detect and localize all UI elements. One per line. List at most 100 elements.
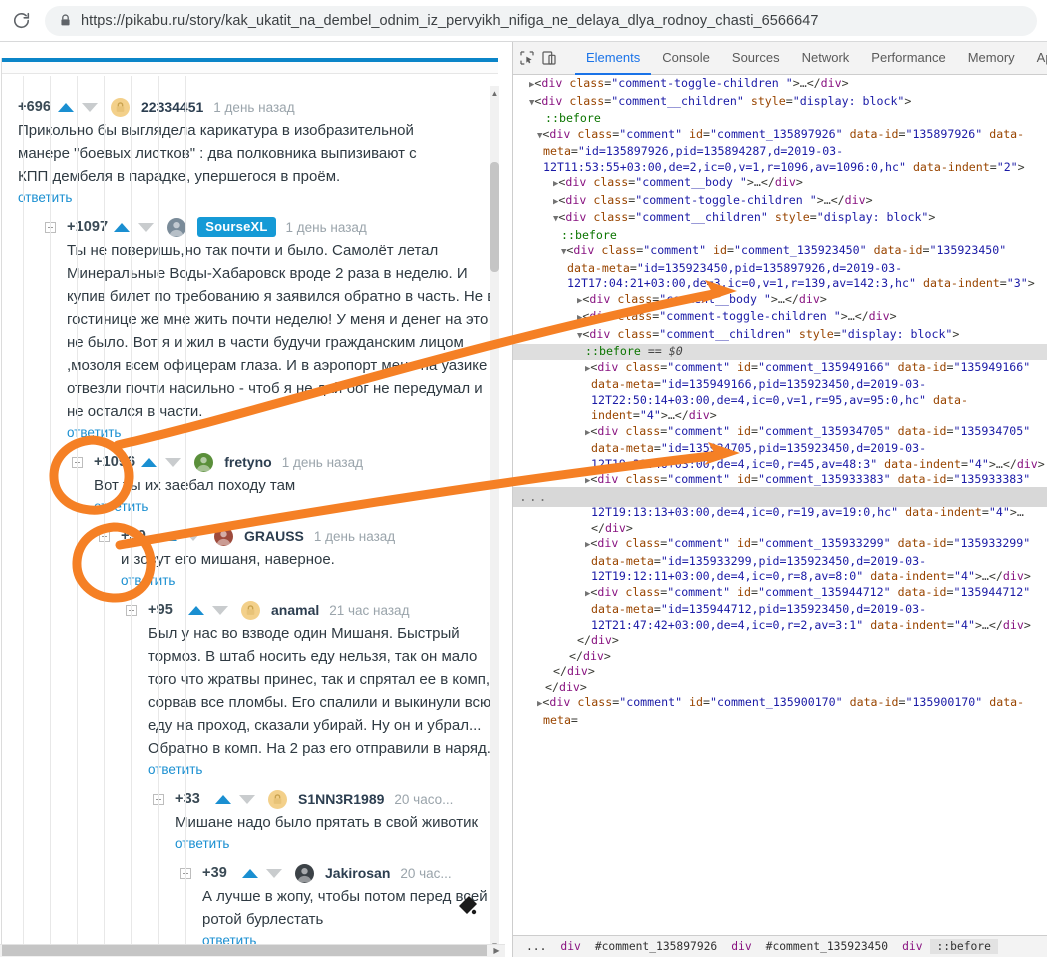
tab-label: Console — [662, 49, 710, 65]
devtools-drawer-resizer[interactable]: ... — [513, 487, 1047, 507]
locked-avatar-icon[interactable] — [111, 97, 130, 117]
comment-timestamp: 1 день назад — [313, 528, 396, 544]
tab-performance[interactable]: Performance — [860, 42, 956, 75]
comment-author[interactable]: anamal — [271, 602, 319, 618]
upvote-icon[interactable] — [141, 457, 158, 467]
dom-node[interactable]: ::before — [513, 228, 1047, 244]
downvote-icon[interactable] — [138, 222, 155, 232]
tab-appl[interactable]: Appl — [1026, 42, 1047, 75]
comment-score: +39 — [202, 865, 227, 881]
comment-body: Был у нас во взводе один Мишаня. Быстрый… — [148, 625, 492, 757]
avatar-photo — [169, 221, 184, 236]
breadcrumb-item[interactable]: ... — [519, 939, 553, 954]
upvote-icon[interactable] — [188, 605, 204, 615]
breadcrumb-item[interactable]: ::before — [929, 939, 998, 954]
comment-author[interactable]: Jakirosan — [325, 865, 390, 881]
dom-node[interactable]: ▶<div class="comment" id="comment_135944… — [513, 585, 1047, 634]
tab-memory[interactable]: Memory — [957, 42, 1026, 75]
dom-node[interactable]: </div> — [513, 633, 1047, 649]
downvote-icon[interactable] — [165, 457, 182, 467]
thread-guide-line — [23, 76, 24, 947]
tab-console[interactable]: Console — [651, 42, 721, 75]
tab-network[interactable]: Network — [791, 42, 861, 75]
comment-timestamp: 1 день назад — [281, 454, 363, 470]
downvote-icon[interactable] — [239, 794, 255, 804]
upvote-icon[interactable] — [215, 794, 231, 804]
device-toolbar-icon[interactable] — [541, 45, 557, 71]
upvote-icon[interactable] — [58, 102, 74, 112]
breadcrumb-item[interactable]: div — [895, 939, 929, 954]
avatar[interactable] — [194, 452, 214, 472]
tab-label: Network — [801, 49, 850, 65]
reply-link[interactable]: ответить — [18, 190, 72, 205]
page-horizontal-scrollbar-thumb[interactable] — [2, 945, 487, 956]
downvote-icon[interactable] — [266, 868, 282, 878]
dom-node[interactable]: ▶<div class="comment-toggle-children ">…… — [513, 309, 1047, 327]
breadcrumb-item[interactable]: #comment_135923450 — [759, 939, 895, 954]
reply-link[interactable]: ответить — [94, 499, 148, 514]
locked-avatar-icon[interactable] — [268, 789, 287, 809]
dom-node[interactable]: ▼<div class="comment" id="comment_135923… — [513, 243, 1047, 292]
breadcrumb-item[interactable]: div — [553, 939, 587, 954]
breadcrumb-item[interactable]: div — [724, 939, 758, 954]
dom-node[interactable]: </div> — [513, 664, 1047, 680]
dom-node[interactable]: </div> — [513, 680, 1047, 696]
address-bar[interactable]: https://pikabu.ru/story/kak_ukatit_na_de… — [45, 5, 1037, 36]
dom-node[interactable]: ▼<div class="comment__children" style="d… — [513, 327, 1047, 345]
comment-timestamp: 20 час... — [400, 865, 452, 881]
author-badge[interactable]: SourseXL — [197, 217, 276, 237]
comment-timestamp: 21 час назад — [329, 602, 410, 618]
dom-node[interactable]: ::before — [513, 111, 1047, 127]
browser-chrome: https://pikabu.ru/story/kak_ukatit_na_de… — [0, 0, 1047, 41]
scroll-up-icon[interactable]: ▲ — [489, 88, 500, 99]
dom-node[interactable]: </div> — [513, 649, 1047, 665]
comment-author[interactable]: 22334451 — [141, 99, 203, 115]
avatar[interactable] — [167, 217, 187, 237]
downvote-icon[interactable] — [82, 102, 98, 112]
dom-node[interactable]: ▶<div class="comment__body ">…</div> — [513, 175, 1047, 193]
upvote-icon[interactable] — [114, 222, 131, 232]
dom-node[interactable]: ▶<div class="comment__body ">…</div> — [513, 292, 1047, 310]
downvote-icon[interactable] — [185, 531, 201, 541]
upvote-icon[interactable] — [161, 531, 177, 541]
dom-node[interactable]: ▶<div class="comment" id="comment_135949… — [513, 360, 1047, 424]
breadcrumb-item[interactable]: #comment_135897926 — [588, 939, 724, 954]
dom-node[interactable]: ▶<div class="comment-toggle-children ">…… — [513, 193, 1047, 211]
reload-icon[interactable] — [4, 4, 38, 38]
comment: +39 GRAUSS 1 день назад и зовут его мишаня,… — [99, 525, 500, 590]
dom-node[interactable]: ▶<div class="comment" id="comment_135933… — [513, 536, 1047, 585]
page-horizontal-scrollbar-track[interactable]: ▶ — [0, 944, 505, 957]
tab-sources[interactable]: Sources — [721, 42, 791, 75]
inspect-element-icon[interactable] — [519, 45, 535, 71]
comment-author[interactable]: S1NN3R1989 — [298, 791, 384, 807]
comment-header: +39 Jakirosan 20 час... — [180, 862, 500, 884]
reply-link[interactable]: ответить — [121, 573, 175, 588]
thread-guide-line — [50, 76, 51, 947]
page-vertical-scrollbar-thumb[interactable] — [490, 162, 499, 272]
dom-node[interactable]: ▼<div class="comment__children" style="d… — [513, 210, 1047, 228]
tab-elements[interactable]: Elements — [575, 42, 652, 75]
comment-author[interactable]: fretyno — [224, 454, 271, 470]
comment-author[interactable]: GRAUSS — [244, 528, 304, 544]
avatar[interactable] — [214, 526, 233, 546]
dom-node[interactable]: ▶<div class="comment" id="comment_135934… — [513, 424, 1047, 473]
avatar[interactable] — [295, 863, 314, 883]
dom-node[interactable]: ▶<div class="comment-toggle-children ">…… — [513, 76, 1047, 94]
scroll-right-icon[interactable]: ▶ — [490, 944, 503, 957]
reply-link[interactable]: ответить — [175, 836, 229, 851]
padlock-icon — [273, 793, 282, 804]
dom-node[interactable]: ▼<div class="comment" id="comment_135897… — [513, 127, 1047, 176]
reply-link[interactable]: ответить — [148, 762, 202, 777]
devtools-tab-bar: Elements Console Sources Network Performance… — [575, 42, 1047, 75]
thread-guide-line — [158, 76, 159, 947]
padlock-icon — [116, 101, 125, 112]
comment: +39 Jakirosan 20 час... А лучше в жопу, что… — [180, 862, 500, 947]
dom-node[interactable]: ▼<div class="comment__children" style="d… — [513, 94, 1047, 112]
reply-link[interactable]: ответить — [67, 425, 121, 440]
upvote-icon[interactable] — [242, 868, 258, 878]
comment-score: +95 — [148, 602, 173, 618]
dom-node-selected[interactable]: ::before == $0 — [513, 344, 1047, 360]
dom-node[interactable]: ▶<div class="comment" id="comment_135900… — [513, 695, 1047, 728]
downvote-icon[interactable] — [212, 605, 228, 615]
locked-avatar-icon[interactable] — [241, 600, 260, 620]
